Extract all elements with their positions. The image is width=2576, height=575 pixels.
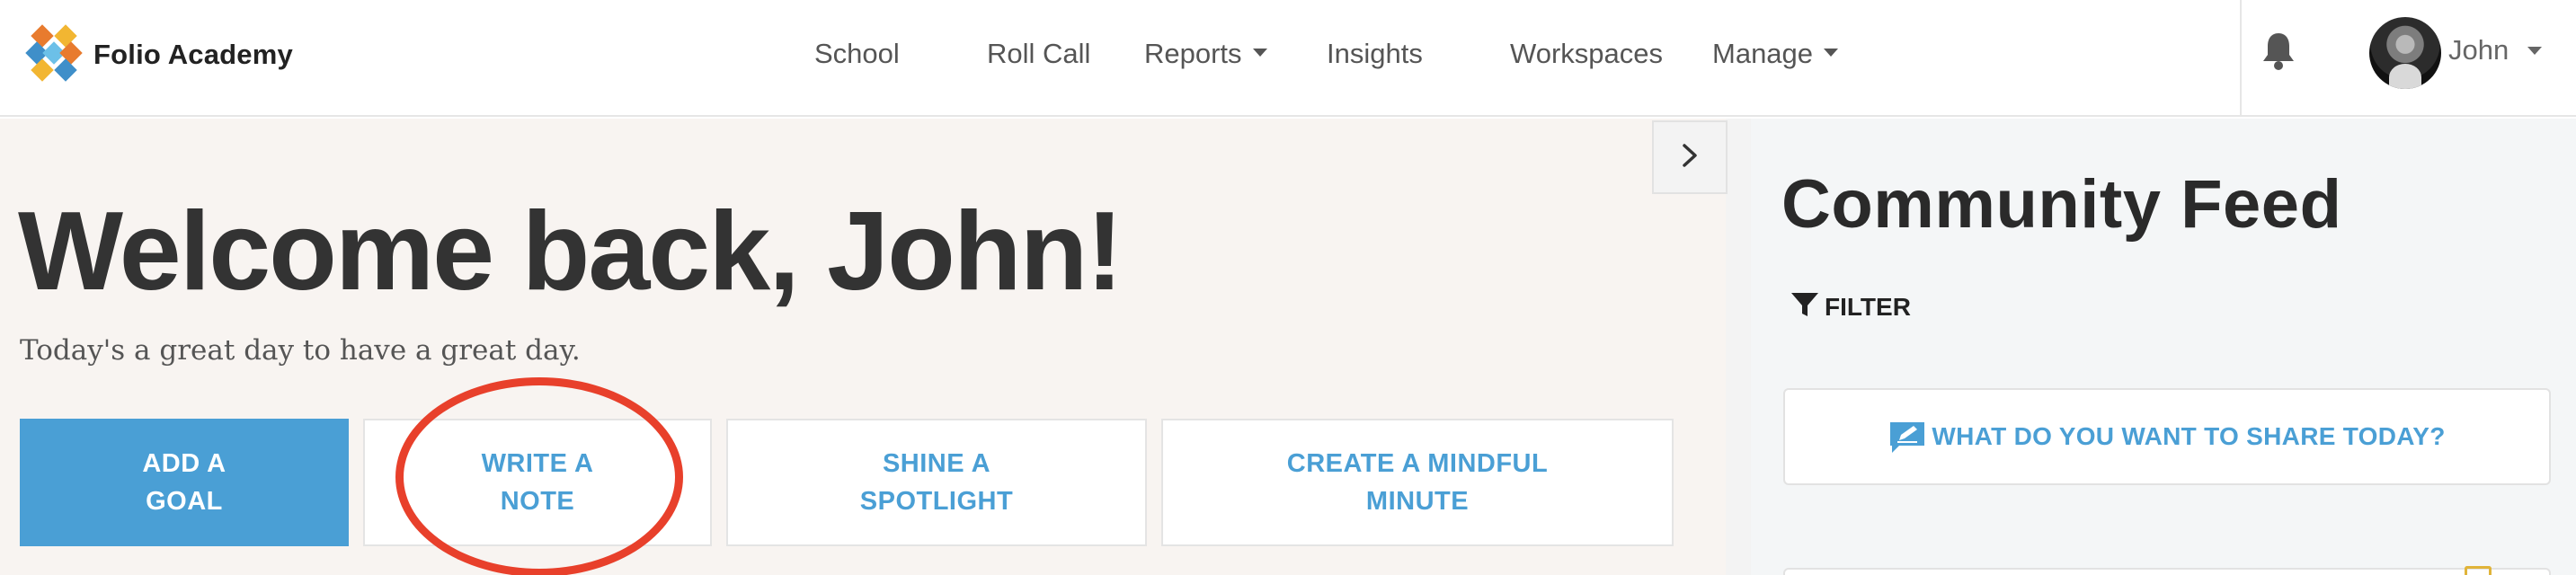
brand-link[interactable]: Folio Academy xyxy=(25,23,293,86)
nav-item-workspaces[interactable]: Workspaces xyxy=(1510,34,1663,74)
folio-logo-icon xyxy=(25,23,83,86)
nav-item-label: Reports xyxy=(1144,38,1242,69)
shine-spotlight-button[interactable]: SHINE A SPOTLIGHT xyxy=(726,419,1147,546)
welcome-heading: Welcome back, John! xyxy=(18,190,1124,314)
mindful-minute-button[interactable]: CREATE A MINDFUL MINUTE xyxy=(1161,419,1674,546)
bell-icon[interactable] xyxy=(2260,31,2297,72)
filter-label: FILTER xyxy=(1825,293,1911,321)
nav-item-label: Manage xyxy=(1712,38,1814,69)
user-menu-name[interactable]: John xyxy=(2448,31,2509,70)
add-goal-label: ADD A GOAL xyxy=(142,449,227,516)
nav-item-label: Insights xyxy=(1327,38,1423,69)
user-avatar[interactable] xyxy=(2369,17,2441,89)
write-note-button[interactable]: WRITE A NOTE xyxy=(363,419,712,546)
chevron-right-icon xyxy=(1679,142,1701,173)
caret-down-icon xyxy=(1824,49,1839,58)
caret-down-icon xyxy=(1252,49,1267,58)
nav-item-label: School xyxy=(814,38,900,69)
nav-item-reports[interactable]: Reports xyxy=(1144,34,1267,74)
top-navigation-bar: Folio Academy School Roll Call Reports I… xyxy=(0,0,2576,117)
sidebar-toggle-button[interactable] xyxy=(1652,120,1728,194)
nav-item-school[interactable]: School xyxy=(814,34,900,74)
write-note-label: WRITE A NOTE xyxy=(481,449,594,516)
shine-spotlight-label: SHINE A SPOTLIGHT xyxy=(859,449,1014,516)
nav-item-roll-call[interactable]: Roll Call xyxy=(987,34,1090,74)
share-prompt-label: WHAT DO YOU WANT TO SHARE TODAY? xyxy=(1932,422,2446,450)
nav-item-label: Workspaces xyxy=(1510,38,1663,69)
pencil-note-icon xyxy=(1888,419,1926,455)
brand-name: Folio Academy xyxy=(93,39,293,70)
funnel-icon xyxy=(1789,288,1825,327)
mindful-minute-label: CREATE A MINDFUL MINUTE xyxy=(1286,449,1549,516)
add-goal-button[interactable]: ADD A GOAL xyxy=(20,419,349,546)
filter-button[interactable]: FILTER xyxy=(1789,289,1911,325)
share-post-button[interactable]: WHAT DO YOU WANT TO SHARE TODAY? xyxy=(1783,388,2551,485)
nav-item-label: Roll Call xyxy=(987,38,1091,69)
bookmark-icon xyxy=(2465,566,2492,575)
nav-item-insights[interactable]: Insights xyxy=(1327,34,1423,74)
feed-card[interactable] xyxy=(1783,568,2551,575)
community-feed-title: Community Feed xyxy=(1781,166,2342,243)
chevron-down-icon[interactable] xyxy=(2527,47,2542,55)
panel-gutter xyxy=(1726,119,1751,575)
nav-divider xyxy=(2240,0,2242,117)
welcome-tagline: Today's a great day to have a great day. xyxy=(20,334,581,367)
nav-item-manage[interactable]: Manage xyxy=(1712,34,1839,74)
